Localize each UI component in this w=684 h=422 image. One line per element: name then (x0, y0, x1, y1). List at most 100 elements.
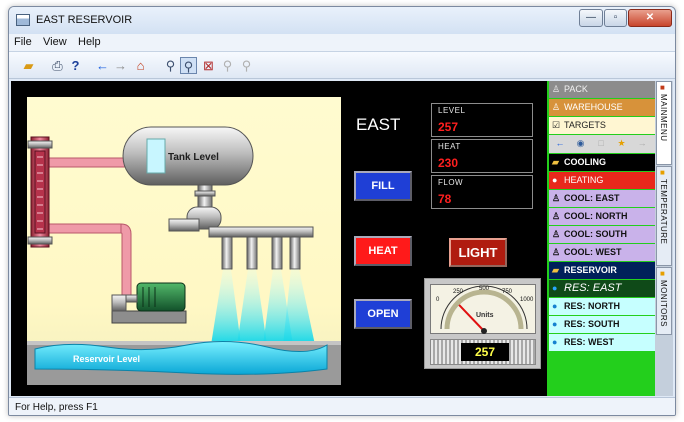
nav-cooling-label: COOLING (564, 157, 606, 167)
level-readout: LEVEL 257 (431, 103, 533, 137)
light-button[interactable]: LIGHT (449, 238, 507, 267)
tab-monitors-label: MONITORS (659, 280, 668, 327)
open-icon[interactable]: ▰ (20, 57, 37, 74)
star-icon[interactable]: ★ (613, 135, 631, 152)
open-button[interactable]: OPEN (354, 299, 412, 329)
tab-monitors[interactable]: ■ MONITORS (656, 267, 672, 335)
tab-mainmenu-label: MAINMENU (659, 94, 668, 142)
nav-warehouse[interactable]: ♙ WAREHOUSE (549, 99, 655, 116)
nav-res-north[interactable]: ● RES: NORTH (549, 298, 655, 315)
app-icon (16, 14, 30, 26)
level-label: LEVEL (438, 106, 466, 115)
drop-icon: ● (552, 301, 558, 311)
nav-res-east[interactable]: ● RES: EAST (549, 280, 655, 297)
nav-cool-north-label: COOL: NORTH (564, 211, 628, 221)
nav-reservoir[interactable]: ▰ RESERVOIR (549, 262, 655, 279)
drop-icon: ● (552, 337, 558, 347)
nav-cooling[interactable]: ▰ COOLING (549, 154, 655, 171)
tab-mainmenu[interactable]: ■ MAINMENU (656, 81, 672, 165)
back-icon[interactable]: ← (94, 57, 111, 74)
user-icon: ♙ (552, 102, 561, 112)
tab-icon: ■ (660, 269, 665, 278)
tank-level-label: Tank Level (168, 152, 219, 163)
menu-help[interactable]: Help (78, 36, 101, 48)
help-pointer-icon[interactable]: ? (67, 57, 84, 74)
drop-icon: ● (552, 319, 558, 329)
drop-icon: ● (552, 283, 558, 293)
flow-label: FLOW (438, 178, 464, 187)
user-icon: ♙ (552, 211, 561, 221)
vertical-tab-strip: ■ MAINMENU ■ TEMPERATURE ■ MONITORS (655, 81, 673, 396)
drop-icon: ● (552, 175, 558, 185)
station-title: EAST (356, 115, 401, 134)
units-gauge: 0 250 500 750 1000 Units 257 (424, 278, 541, 369)
heat-button[interactable]: HEAT (354, 236, 412, 266)
print-icon[interactable]: ⎙ (49, 57, 66, 74)
nav-cool-west[interactable]: ♙ COOL: WEST (549, 244, 655, 261)
nav-res-south-label: RES: SOUTH (564, 319, 620, 329)
gauge-unit: Units (476, 312, 494, 319)
nav-icon-bar: ← ◉ □ ★ → (549, 135, 655, 153)
zoom-box-icon[interactable]: ⚲ (180, 57, 197, 74)
folder-icon: ▰ (552, 157, 559, 167)
checklist-icon: ☑ (552, 120, 561, 130)
process-scene: Tank Level Reservoir Level (27, 97, 341, 385)
tab-temperature[interactable]: ■ TEMPERATURE (656, 166, 672, 266)
nav-targets[interactable]: ☑ TARGETS (549, 117, 655, 134)
gauge-tick-0: 0 (436, 297, 440, 303)
process-graphic: Tank Level Reservoir Level (27, 126, 341, 385)
nav-cool-west-label: COOL: WEST (564, 247, 622, 257)
nav-res-south[interactable]: ● RES: SOUTH (549, 316, 655, 333)
flow-value: 78 (438, 192, 452, 206)
level-value: 257 (438, 120, 459, 134)
window-title: EAST RESERVOIR (36, 14, 133, 26)
nav-res-west[interactable]: ● RES: WEST (549, 334, 655, 351)
status-text: For Help, press F1 (15, 402, 98, 413)
app-window: EAST RESERVOIR — ▫ ✕ File View Help ▰ ⎙ … (8, 6, 676, 416)
nav-cool-south[interactable]: ♙ COOL: SOUTH (549, 226, 655, 243)
user-icon: ♙ (552, 193, 561, 203)
menu-bar: File View Help (9, 34, 675, 52)
title-bar[interactable]: EAST RESERVOIR — ▫ ✕ (9, 7, 675, 34)
zoom-icon[interactable]: ⚲ (162, 57, 179, 74)
tab-icon: ■ (660, 83, 665, 92)
maximize-button[interactable]: ▫ (604, 9, 627, 27)
toolbar: ▰ ⎙ ? ← → ⌂ ⚲ ⚲ ⊠ ⚲ ⚲ (9, 52, 675, 79)
navigation-panel: ♙ PACK ♙ WAREHOUSE ☑ TARGETS ← ◉ □ ★ → ▰ COO… (547, 81, 655, 396)
reservoir-level-label: Reservoir Level (73, 354, 140, 364)
gauge-value: 257 (461, 343, 509, 361)
globe-icon[interactable]: ◉ (572, 135, 590, 152)
gauge-dial (440, 285, 528, 334)
forward-icon[interactable]: → (112, 57, 129, 74)
nav-pack[interactable]: ♙ PACK (549, 81, 655, 98)
back-icon[interactable]: ← (551, 135, 569, 152)
gauge-tick-1000: 1000 (520, 297, 534, 303)
heat-label: HEAT (438, 142, 461, 151)
nav-heating-label: HEATING (564, 175, 604, 185)
nav-cool-south-label: COOL: SOUTH (564, 229, 627, 239)
blank-icon[interactable]: □ (592, 135, 610, 152)
fill-button[interactable]: FILL (354, 171, 412, 201)
nav-reservoir-label: RESERVOIR (564, 265, 617, 275)
close-button[interactable]: ✕ (628, 9, 672, 27)
forward-icon[interactable]: → (633, 135, 651, 152)
user-icon: ♙ (552, 229, 561, 239)
nav-cool-east[interactable]: ♙ COOL: EAST (549, 190, 655, 207)
menu-file[interactable]: File (14, 36, 32, 48)
zoom-out-icon[interactable]: ⚲ (238, 57, 255, 74)
gauge-tick-750: 750 (502, 289, 513, 295)
nav-heating[interactable]: ● HEATING (549, 172, 655, 189)
zoom-in-icon[interactable]: ⚲ (219, 57, 236, 74)
nav-targets-label: TARGETS (564, 120, 606, 130)
status-bar: For Help, press F1 (9, 397, 675, 415)
gauge-tick-250: 250 (453, 289, 464, 295)
gauge-tick-500: 500 (479, 286, 490, 292)
menu-view[interactable]: View (43, 36, 67, 48)
nav-cool-north[interactable]: ♙ COOL: NORTH (549, 208, 655, 225)
home-icon[interactable]: ⌂ (132, 57, 149, 74)
nav-cool-east-label: COOL: EAST (564, 193, 620, 203)
minimize-button[interactable]: — (579, 9, 603, 27)
gauge-display-panel: 257 (430, 339, 536, 365)
zoom-reset-icon[interactable]: ⊠ (200, 57, 217, 74)
hmi-screen: Tank Level Reservoir Level EAST FILL HEA… (11, 81, 673, 396)
